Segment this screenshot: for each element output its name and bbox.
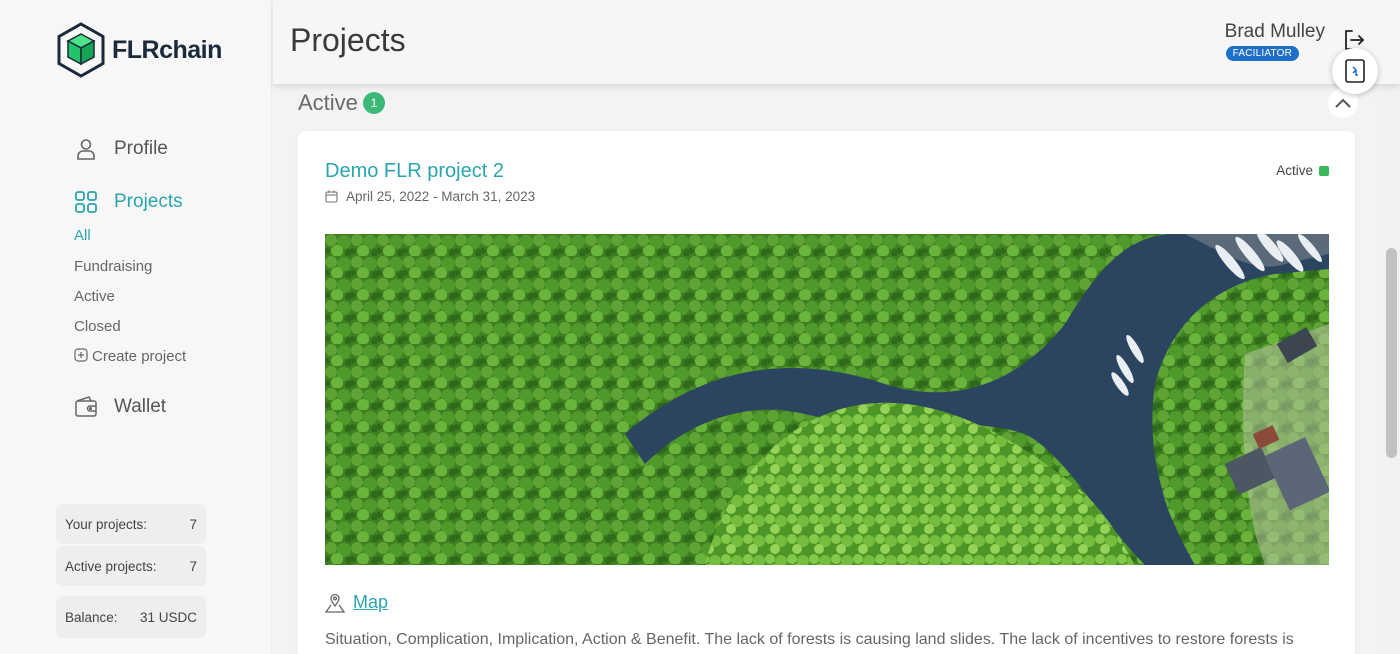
section-header: Active 1 [298,90,385,116]
map-pin-icon [325,593,345,613]
top-header: Projects Brad Mulley FACILIATOR [273,0,1400,84]
chevron-up-icon [1335,98,1351,108]
page-scrollbar[interactable] [1383,0,1400,654]
plus-square-icon [74,347,88,362]
create-project-link[interactable]: Create project [74,347,187,365]
brand-logo[interactable]: FLRchain [56,22,222,78]
stat-your-projects: Your projects: 7 [56,504,206,544]
stat-your-projects-label: Your projects: [65,516,148,532]
stat-active-projects-label: Active projects: [65,558,157,574]
project-dates: April 25, 2022 - March 31, 2023 [325,189,535,204]
stat-active-projects-value: 7 [189,558,197,574]
project-description: Situation, Complication, Implication, Ac… [325,631,1294,648]
filter-fundraising[interactable]: Fundraising [74,258,152,275]
nav-projects-label: Projects [114,191,183,212]
project-dates-text: April 25, 2022 - March 31, 2023 [346,189,536,204]
map-link[interactable]: Map [325,592,388,613]
create-project-label: Create project [92,348,187,365]
stat-your-projects-value: 7 [189,516,197,532]
flrchain-logo-icon [57,22,105,78]
nav-profile[interactable]: Profile [74,137,168,161]
wallet-icon [74,395,98,419]
nav-projects[interactable]: Projects [74,190,183,214]
main-content: Active 1 Demo FLR project 2 April 25, 20… [273,84,1383,654]
stat-balance-value: 31 USDC [139,609,197,625]
document-arrow-icon [1345,59,1365,83]
nav-wallet-label: Wallet [114,396,167,417]
user-icon [74,137,98,161]
user-name: Brad Mulley [1224,21,1325,42]
stat-balance: Balance: 31 USDC [56,596,206,638]
nav-wallet[interactable]: Wallet [74,395,166,419]
project-title[interactable]: Demo FLR project 2 [325,160,504,183]
filter-active[interactable]: Active [74,288,115,305]
section-title: Active [298,90,358,115]
brand-name: FLRchain [112,35,222,64]
filter-all[interactable]: All [74,227,91,244]
sidebar: FLRchain Profile Projects All Fundraisin… [0,0,272,654]
project-card: Demo FLR project 2 April 25, 2022 - Marc… [298,131,1355,654]
calendar-icon [325,190,338,203]
project-image [325,234,1329,565]
filter-closed[interactable]: Closed [74,318,121,335]
page-title: Projects [290,22,406,58]
project-status-label: Active [1276,163,1313,178]
stat-active-projects: Active projects: 7 [56,546,206,586]
status-indicator [1319,165,1329,176]
role-badge: FACILIATOR [1225,46,1299,61]
count-badge: 1 [362,92,385,114]
stat-balance-label: Balance: [65,609,118,625]
extension-float-button[interactable] [1332,48,1378,94]
grid-icon [74,190,98,214]
scrollbar-thumb[interactable] [1386,248,1397,458]
nav-profile-label: Profile [114,138,168,159]
map-link-label: Map [353,592,389,612]
project-status: Active [1276,163,1329,178]
